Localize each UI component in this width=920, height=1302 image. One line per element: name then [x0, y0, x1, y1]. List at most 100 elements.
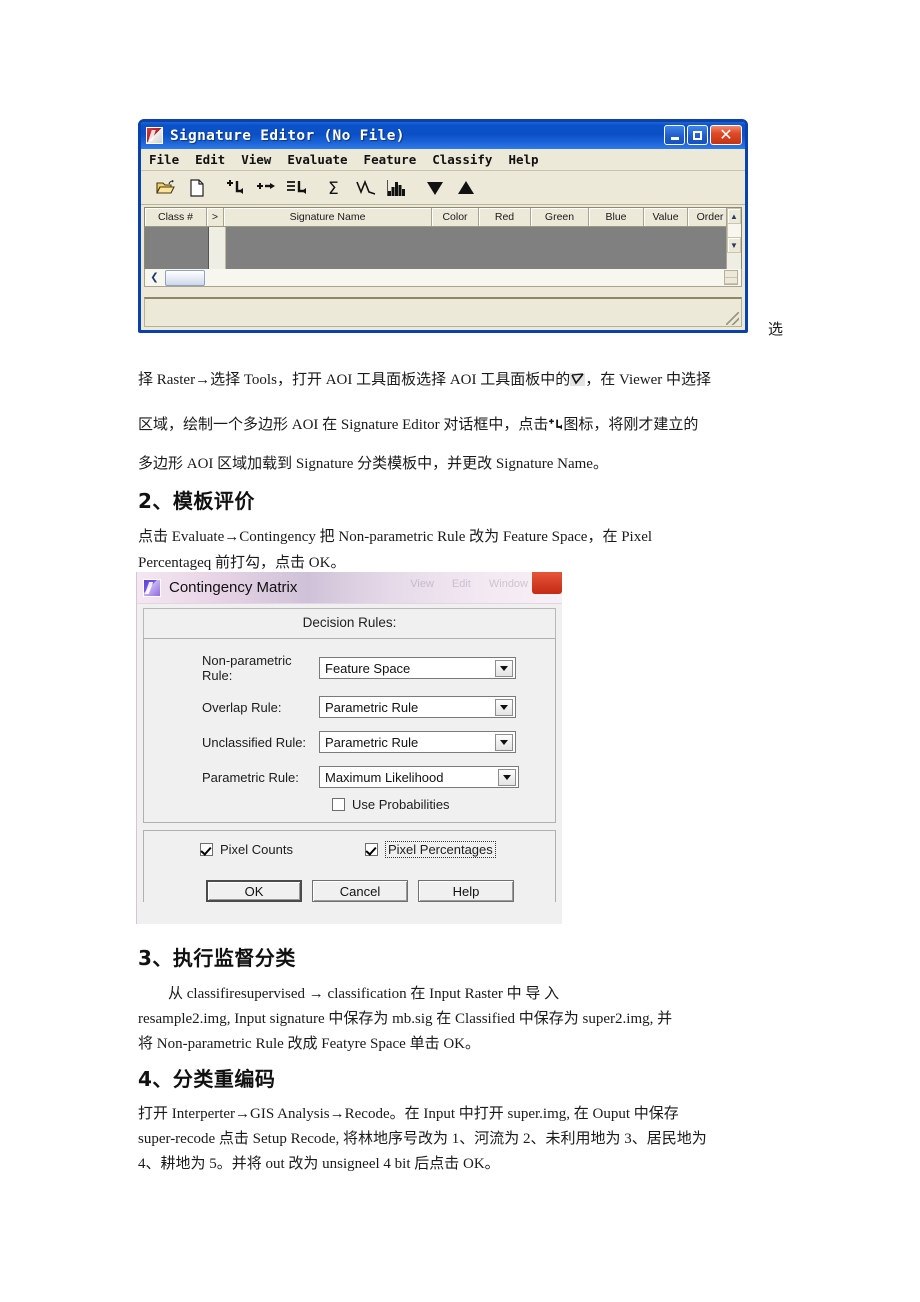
column-header-red[interactable]: Red — [479, 208, 531, 226]
row-spinner[interactable] — [724, 270, 738, 285]
dialog-button-row: OK Cancel Help — [143, 868, 556, 902]
erdas-matrix-icon — [143, 578, 161, 597]
new-file-icon[interactable] — [181, 174, 212, 202]
help-button[interactable]: Help — [418, 880, 514, 902]
heading-3-supervised-classification: 3、执行监督分类 — [138, 946, 296, 970]
contingency-matrix-titlebar: Contingency Matrix View Edit Window — [137, 572, 562, 604]
column-header-value[interactable]: Value — [644, 208, 688, 226]
row-pixel-percentages: Pixel Percentages — [364, 841, 496, 858]
column-header-class-num[interactable]: Class # — [145, 208, 207, 226]
menu-item-help[interactable]: Help — [508, 152, 538, 167]
label-non-parametric-rule: Non-parametric Rule: — [202, 653, 292, 683]
scroll-up-icon[interactable]: ▲ — [727, 208, 741, 224]
signature-table-empty-area — [226, 227, 741, 269]
menu-item-file[interactable]: File — [149, 152, 179, 167]
column-header-selector[interactable]: > — [207, 208, 224, 226]
chevron-down-icon[interactable] — [495, 660, 513, 677]
signature-table-body — [145, 227, 741, 269]
signature-table-class-column — [145, 227, 209, 269]
contingency-matrix-title: Contingency Matrix — [169, 579, 298, 596]
combo-value-parametric-rule: Maximum Likelihood — [325, 769, 444, 785]
row-unclassified-rule: Unclassified Rule: Parametric Rule — [154, 731, 545, 753]
histogram-icon[interactable] — [381, 174, 412, 202]
para2-pre-text: 区域，绘制一个多边形 AOI 在 Signature Editor 对话框中，点… — [138, 417, 549, 433]
column-header-green[interactable]: Green — [531, 208, 589, 226]
scroll-left-icon[interactable]: ❮ — [146, 270, 163, 286]
combo-parametric-rule[interactable]: Maximum Likelihood — [319, 766, 519, 788]
scroll-down-icon[interactable]: ▼ — [727, 237, 741, 253]
decision-rules-label: Decision Rules: — [143, 608, 556, 638]
checkbox-use-probabilities[interactable] — [332, 798, 345, 811]
paragraph-supervised-line2: resample2.img, Input signature 中保存为 mb.s… — [138, 1011, 673, 1027]
paragraph-load-polygon: 多边形 AOI 区域加载到 Signature 分类模板中，并更改 Signat… — [138, 456, 608, 472]
combo-non-parametric-rule[interactable]: Feature Space — [319, 657, 516, 679]
svg-text:Σ: Σ — [328, 179, 339, 198]
label-pixel-percentages: Pixel Percentages — [384, 841, 496, 858]
column-header-signature-name[interactable]: Signature Name — [224, 208, 432, 226]
inline-text-xuan: 选 — [768, 322, 784, 338]
para2-post-text: 图标，将刚才建立的 — [563, 417, 699, 433]
checkbox-pixel-percentages[interactable] — [364, 843, 378, 856]
menu-item-edit[interactable]: Edit — [195, 152, 225, 167]
open-folder-icon[interactable] — [150, 174, 181, 202]
minimize-icon[interactable] — [664, 125, 685, 145]
combo-value-overlap-rule: Parametric Rule — [325, 699, 419, 715]
combo-value-unclassified-rule: Parametric Rule — [325, 734, 419, 750]
signature-table-hscrollbar[interactable]: ❮ — [144, 269, 742, 287]
document-page: Signature Editor (No File) ✕ File Edit V… — [0, 0, 920, 1302]
move-down-icon[interactable] — [419, 174, 450, 202]
para1-post-text: ，在 Viewer 中选择 — [585, 372, 712, 388]
label-parametric-rule: Parametric Rule: — [202, 769, 299, 785]
close-icon[interactable] — [532, 572, 562, 594]
row-pixel-counts: Pixel Counts — [200, 841, 293, 858]
chevron-down-icon[interactable] — [495, 734, 513, 751]
column-header-color[interactable]: Color — [432, 208, 479, 226]
paragraph-aoi-step: 择 Raster→选择 Tools，打开 AOI 工具面板选择 AOI 工具面板… — [138, 366, 786, 394]
move-up-icon[interactable] — [450, 174, 481, 202]
background-window-tabs: View Edit Window — [410, 578, 528, 590]
sect2-line1: 点击 Evaluate→Contingency 把 Non-parametric… — [138, 529, 653, 545]
signature-editor-title: Signature Editor (No File) — [170, 127, 405, 144]
cancel-button[interactable]: Cancel — [312, 880, 408, 902]
ghost-tab-view: View — [410, 578, 434, 590]
signature-table: Class # > Signature Name Color Red Green… — [144, 207, 742, 269]
chevron-down-icon[interactable] — [498, 769, 516, 786]
resize-grip-icon[interactable] — [726, 312, 739, 325]
column-header-blue[interactable]: Blue — [589, 208, 644, 226]
paragraph-draw-polygon: 区域，绘制一个多边形 AOI 在 Signature Editor 对话框中，点… — [138, 411, 786, 439]
replace-signature-icon[interactable] — [281, 174, 312, 202]
paragraph-recode-line2: super-recode 点击 Setup Recode, 将林地序号改为 1、… — [138, 1131, 707, 1147]
combo-overlap-rule[interactable]: Parametric Rule — [319, 696, 516, 718]
maximize-icon[interactable] — [687, 125, 708, 145]
output-options-group: Pixel Counts Pixel Percentages — [143, 830, 556, 869]
paragraph-recode-line1: 打开 Interperter→GIS Analysis→Recode。在 Inp… — [138, 1106, 679, 1122]
label-overlap-rule: Overlap Rule: — [202, 699, 282, 715]
menu-item-feature[interactable]: Feature — [364, 152, 417, 167]
aoi-polygon-icon — [570, 373, 586, 386]
signature-editor-toolbar: Σ — [141, 171, 745, 205]
ghost-tab-edit: Edit — [451, 578, 471, 590]
row-overlap-rule: Overlap Rule: Parametric Rule — [154, 696, 545, 718]
paragraph-recode-line3: 4、耕地为 5。并将 out 改为 unsigneel 4 bit 后点击 OK… — [138, 1156, 500, 1172]
ok-button[interactable]: OK — [206, 880, 302, 902]
close-icon[interactable]: ✕ — [710, 125, 742, 145]
menu-item-view[interactable]: View — [241, 152, 271, 167]
row-use-probabilities: Use Probabilities — [332, 797, 545, 812]
label-use-probabilities: Use Probabilities — [352, 797, 450, 812]
chevron-down-icon[interactable] — [495, 699, 513, 716]
checkbox-pixel-counts[interactable] — [200, 843, 213, 856]
add-signature-icon[interactable] — [219, 174, 250, 202]
label-pixel-counts: Pixel Counts — [220, 842, 293, 857]
signature-table-vscrollbar[interactable]: ▲ ▼ — [726, 208, 741, 269]
signature-editor-window: Signature Editor (No File) ✕ File Edit V… — [138, 119, 748, 333]
add-signature-icon — [548, 413, 563, 430]
hscroll-thumb[interactable] — [165, 269, 205, 286]
mean-plot-icon[interactable] — [350, 174, 381, 202]
erdas-signature-icon — [146, 127, 163, 144]
menu-item-classify[interactable]: Classify — [432, 152, 492, 167]
statistics-sigma-icon[interactable]: Σ — [319, 174, 350, 202]
merge-signature-icon[interactable] — [250, 174, 281, 202]
combo-unclassified-rule[interactable]: Parametric Rule — [319, 731, 516, 753]
menu-item-evaluate[interactable]: Evaluate — [287, 152, 347, 167]
ghost-tab-window: Window — [488, 578, 528, 590]
